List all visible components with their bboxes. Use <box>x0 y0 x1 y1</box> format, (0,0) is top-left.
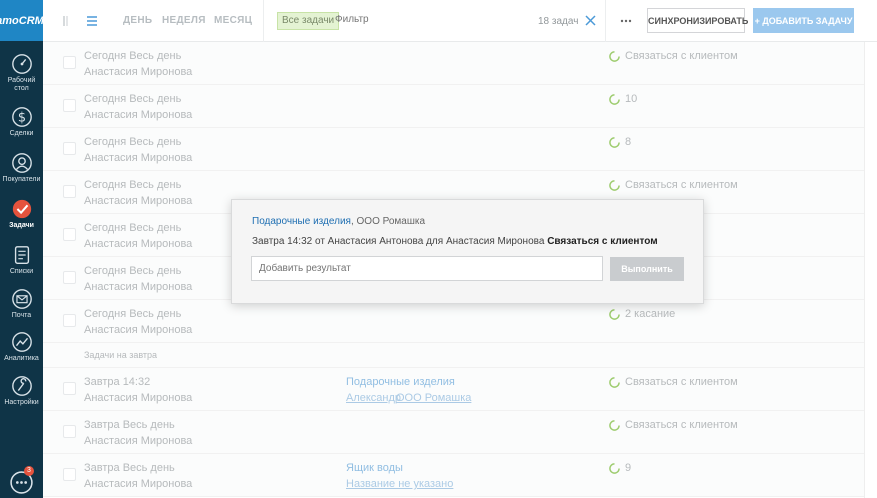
buyers-icon <box>11 153 32 173</box>
nav-tasks-label: Задачи <box>9 222 34 229</box>
top-bar: ДЕНЬ НЕДЕЛЯ МЕСЯЦ Все задачи 18 задач СИ… <box>43 0 877 42</box>
more-icon[interactable] <box>620 19 632 23</box>
sync-button[interactable]: СИНХРОНИЗИРОВАТЬ <box>647 8 748 33</box>
nav-analytics-label: Аналитика <box>4 355 39 362</box>
clear-filter-icon[interactable] <box>585 15 596 26</box>
modal-entity-line: Подарочные изделия, ООО Ромашка <box>252 216 425 227</box>
add-task-button[interactable]: + ДОБАВИТЬ ЗАДАЧУ <box>753 8 854 33</box>
modal-meta-line: Завтра 14:32 от Анастасия Антонова для А… <box>252 236 658 247</box>
nav-deals-label: Сделки <box>9 130 34 137</box>
complete-button[interactable]: Выполнить <box>610 257 684 281</box>
app-logo[interactable]: amoCRM. <box>0 0 47 41</box>
task-complete-modal: Подарочные изделия, ООО Ромашка Завтра 1… <box>231 199 704 304</box>
menu-icon[interactable] <box>85 14 99 28</box>
tab-week[interactable]: НЕДЕЛЯ <box>162 15 206 26</box>
nav-dashboard[interactable]: Рабочий стол <box>0 53 43 93</box>
nav-settings[interactable]: Настройки <box>0 375 43 407</box>
analytics-icon <box>11 332 32 352</box>
nav-dashboard-label: Рабочий стол <box>7 77 36 92</box>
nav-buyers-label: Покупатели <box>2 176 41 183</box>
sidebar: amoCRM. Рабочий стол $ Сделки Покупатели… <box>0 0 47 498</box>
nav-settings-label: Настройки <box>4 399 39 406</box>
nav-mail[interactable]: Почта <box>0 288 43 320</box>
chat-badge: 3 <box>24 466 34 476</box>
filter-input[interactable] <box>335 14 475 25</box>
task-count: 18 задач <box>538 16 579 27</box>
dollar-icon: $ <box>11 107 32 127</box>
dashboard-icon <box>11 54 32 74</box>
nav-analytics[interactable]: Аналитика <box>0 331 43 363</box>
nav-tasks[interactable]: Задачи <box>0 198 43 230</box>
result-input[interactable] <box>251 256 603 281</box>
tasks-icon <box>12 199 31 219</box>
nav-lists[interactable]: Списки <box>0 244 43 276</box>
lead-link[interactable]: Подарочные изделия <box>252 216 351 227</box>
list-view-icon[interactable] <box>62 14 76 28</box>
tab-day[interactable]: ДЕНЬ <box>123 15 152 26</box>
filter-badge[interactable]: Все задачи <box>277 12 340 30</box>
company-label: , ООО Ромашка <box>350 216 426 227</box>
mail-icon <box>11 289 32 309</box>
lists-icon <box>14 246 29 264</box>
svg-text:$: $ <box>17 111 25 126</box>
divider <box>263 0 264 42</box>
nav-mail-label: Почта <box>11 312 32 319</box>
nav-buyers[interactable]: Покупатели <box>0 152 43 184</box>
divider <box>605 0 606 42</box>
nav-deals[interactable]: $ Сделки <box>0 106 43 138</box>
tab-month[interactable]: МЕСЯЦ <box>214 15 252 26</box>
scrollbar[interactable] <box>864 42 877 498</box>
settings-icon <box>11 376 32 396</box>
nav-lists-label: Списки <box>9 268 34 275</box>
task-type-bold: Связаться с клиентом <box>547 236 658 247</box>
task-meta: Завтра 14:32 от Анастасия Антонова для А… <box>252 236 545 247</box>
